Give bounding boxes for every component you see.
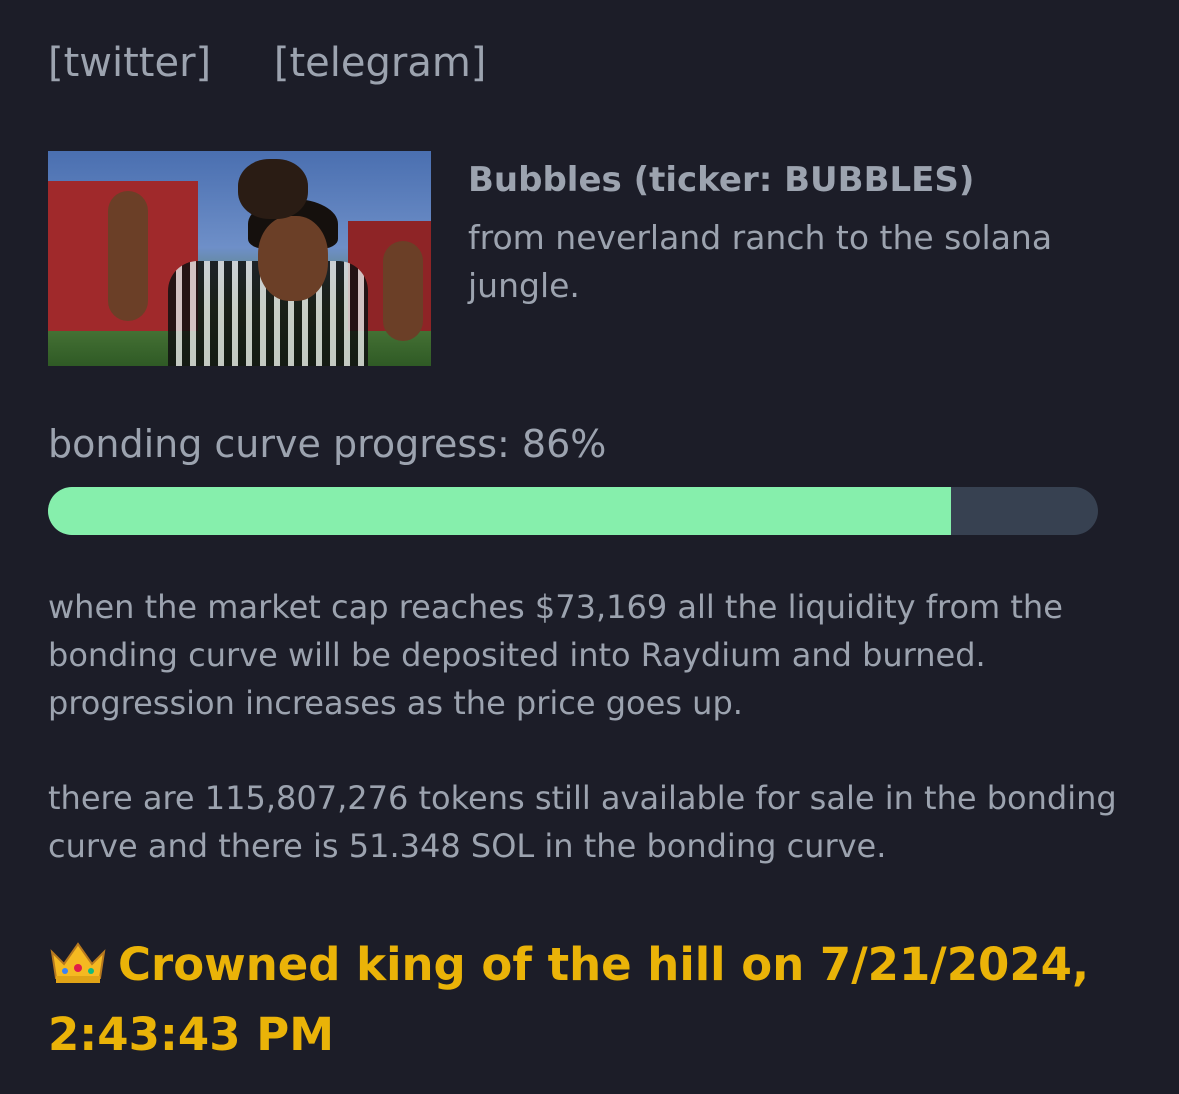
king-of-hill-text: Crowned king of the hill on 7/21/2024, 2… — [48, 938, 1090, 1061]
progress-bar-fill — [48, 487, 951, 535]
token-image — [48, 151, 431, 366]
token-name: Bubbles (ticker: BUBBLES) — [468, 160, 975, 200]
twitter-link[interactable]: [twitter] — [48, 40, 211, 86]
social-links: [twitter] [telegram] — [48, 40, 536, 86]
progress-label: bonding curve progress: 86% — [48, 422, 607, 466]
liquidity-info: when the market cap reaches $73,169 all … — [48, 588, 1063, 722]
crown-icon — [48, 934, 108, 983]
telegram-link[interactable]: [telegram] — [274, 40, 487, 86]
progress-bar — [48, 487, 1098, 535]
tokens-info: there are 115,807,276 tokens still avail… — [48, 779, 1117, 865]
token-description: from neverland ranch to the solana jungl… — [468, 218, 1053, 305]
king-of-hill-banner: Crowned king of the hill on 7/21/2024, 2… — [48, 930, 1108, 1070]
